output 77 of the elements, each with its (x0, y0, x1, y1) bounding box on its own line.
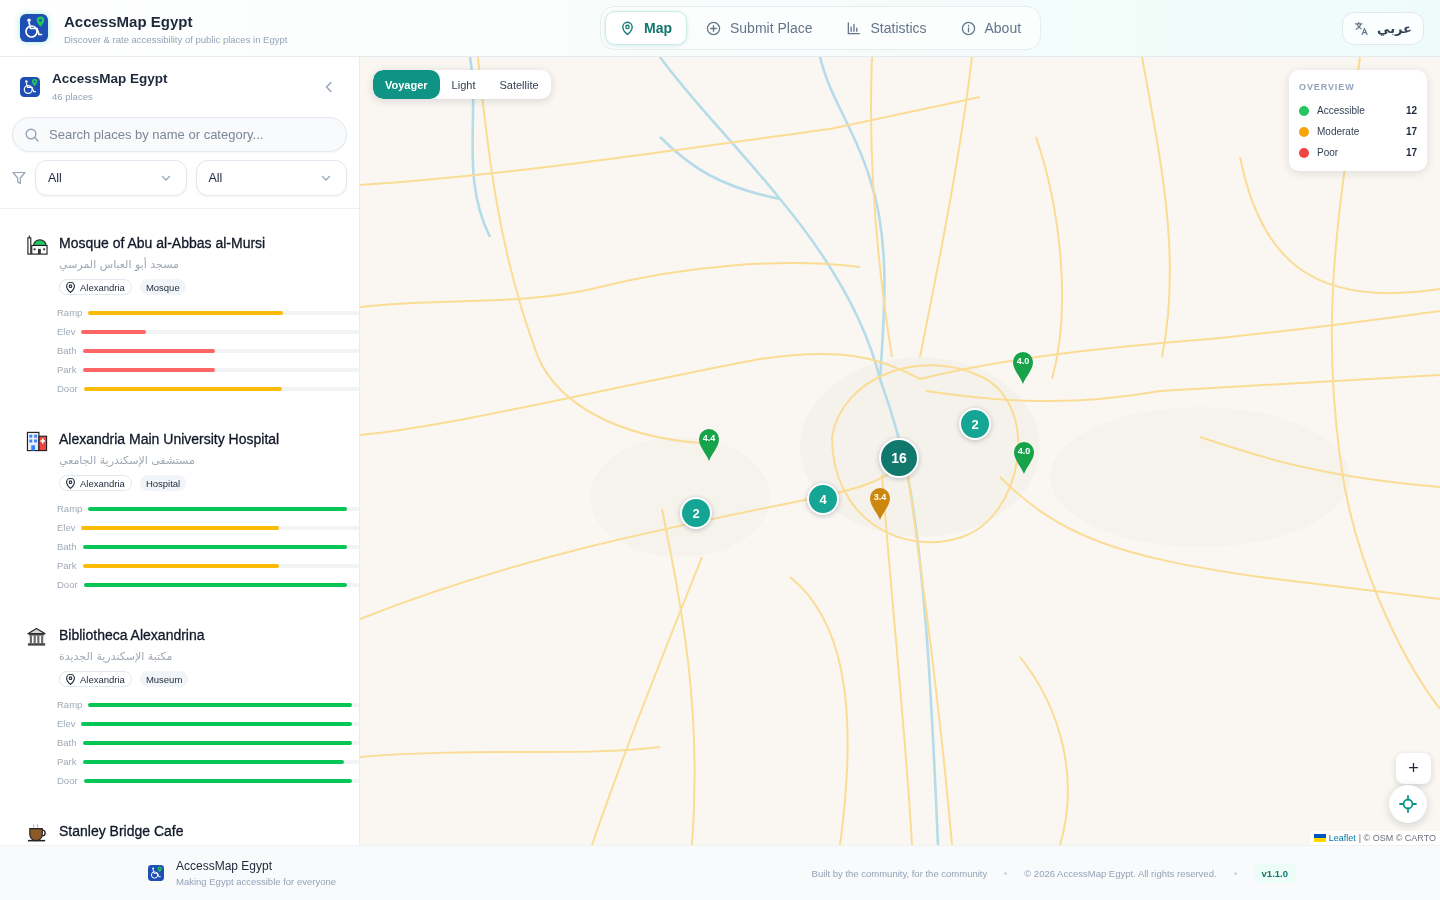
place-name[interactable]: Bibliotheca Alexandrina (59, 626, 205, 644)
rating-label: Park (57, 560, 77, 571)
category-tag: Hospital (139, 475, 187, 491)
sidebar-title: AccessMap Egypt (52, 70, 169, 88)
location-pin-icon (66, 673, 75, 685)
coffee-cup-icon (26, 822, 48, 844)
place-arabic-name: مستشفى الإسكندرية الجامعي (59, 454, 195, 468)
overview-label: Poor (1317, 147, 1340, 158)
bar-chart-icon (846, 20, 862, 36)
rating-label: Door (57, 579, 78, 590)
nav-tab[interactable]: About (945, 11, 1037, 45)
language-button[interactable]: عربي (1342, 11, 1424, 45)
overview-title: OVERVIEW (1299, 82, 1356, 92)
rating-label: Ramp (57, 699, 83, 710)
map-pin-icon (620, 20, 635, 36)
layer-tab[interactable]: Voyager (373, 70, 440, 99)
footer-text: Built by the community, for the community (811, 867, 988, 879)
place-name[interactable]: Mosque of Abu al-Abbas al-Mursi (59, 234, 266, 252)
rating-label: Elev (57, 718, 76, 729)
translate-icon (1354, 20, 1369, 36)
filter-select[interactable]: All (35, 160, 187, 196)
layer-tab[interactable]: Light (439, 70, 488, 99)
city-label: Alexandria (80, 477, 125, 489)
footer-logo-icon (148, 865, 164, 881)
overview-count: 17 (1405, 126, 1417, 137)
layer-tab[interactable]: Satellite (487, 70, 551, 99)
plus-circle-icon (706, 20, 721, 36)
leaflet-link[interactable]: Leaflet (1328, 832, 1356, 844)
rating-label: Elev (57, 326, 76, 337)
footer-text: © 2026 AccessMap Egypt. All rights reserved. (1024, 867, 1217, 879)
place-arabic-name: مكتبة الإسكندرية الجديدة (59, 650, 173, 664)
location-pin-icon (66, 281, 75, 293)
rating-label: Ramp (57, 503, 83, 514)
rating-label: Ramp (57, 307, 83, 318)
nav-tab[interactable]: Map (605, 11, 687, 45)
rating-label: Bath (57, 345, 77, 356)
places-count: 46 places (52, 91, 94, 103)
category-tag: Mosque (139, 279, 186, 295)
overview-label: Accessible (1317, 105, 1366, 116)
rating-label: Door (57, 383, 78, 394)
hospital-icon (26, 430, 48, 452)
footer-brand: AccessMap Egypt (176, 858, 274, 873)
app-logo-icon (20, 76, 40, 97)
app-logo-icon (20, 14, 48, 42)
columned-building-icon (26, 626, 48, 648)
search-icon (25, 127, 39, 142)
overview-label: Moderate (1317, 126, 1361, 137)
app-subtitle: Discover & rate accessibility of public places in Egypt (64, 33, 288, 46)
crosshair-icon (1399, 795, 1417, 813)
place-arabic-name: مسجد أبو العباس المرسي (59, 258, 179, 272)
mosque-icon (26, 234, 48, 256)
rating-label: Bath (57, 737, 77, 748)
flag-icon (1313, 834, 1326, 842)
nav-tab[interactable]: Submit Place (691, 11, 828, 45)
footer-tagline: Making Egypt accessible for everyone (176, 875, 336, 888)
filter-select[interactable]: All (195, 160, 347, 196)
rating-label: Park (57, 756, 77, 767)
overview-count: 12 (1405, 105, 1417, 116)
version-badge: v1.1.0 (1253, 863, 1296, 883)
rating-label: Bath (57, 541, 77, 552)
zoom-in-button[interactable]: + (1396, 753, 1431, 784)
place-name[interactable]: Alexandria Main University Hospital (59, 430, 280, 448)
attribution-text: | © OSM © CARTO (1358, 832, 1436, 844)
nav-tab[interactable]: Statistics (831, 11, 942, 45)
rating-label: Park (57, 364, 77, 375)
filter-icon (12, 171, 26, 185)
overview-count: 17 (1405, 147, 1417, 158)
category-tag: Museum (139, 671, 189, 687)
rating-label: Door (57, 775, 78, 786)
location-pin-icon (66, 477, 75, 489)
app-title: AccessMap Egypt (64, 12, 194, 31)
city-label: Alexandria (80, 673, 125, 685)
rating-label: Elev (57, 522, 76, 533)
place-name[interactable]: Stanley Bridge Cafe (59, 822, 184, 840)
info-icon (960, 20, 976, 36)
city-label: Alexandria (80, 281, 125, 293)
search-field[interactable]: Search places by name or category... (12, 117, 347, 152)
